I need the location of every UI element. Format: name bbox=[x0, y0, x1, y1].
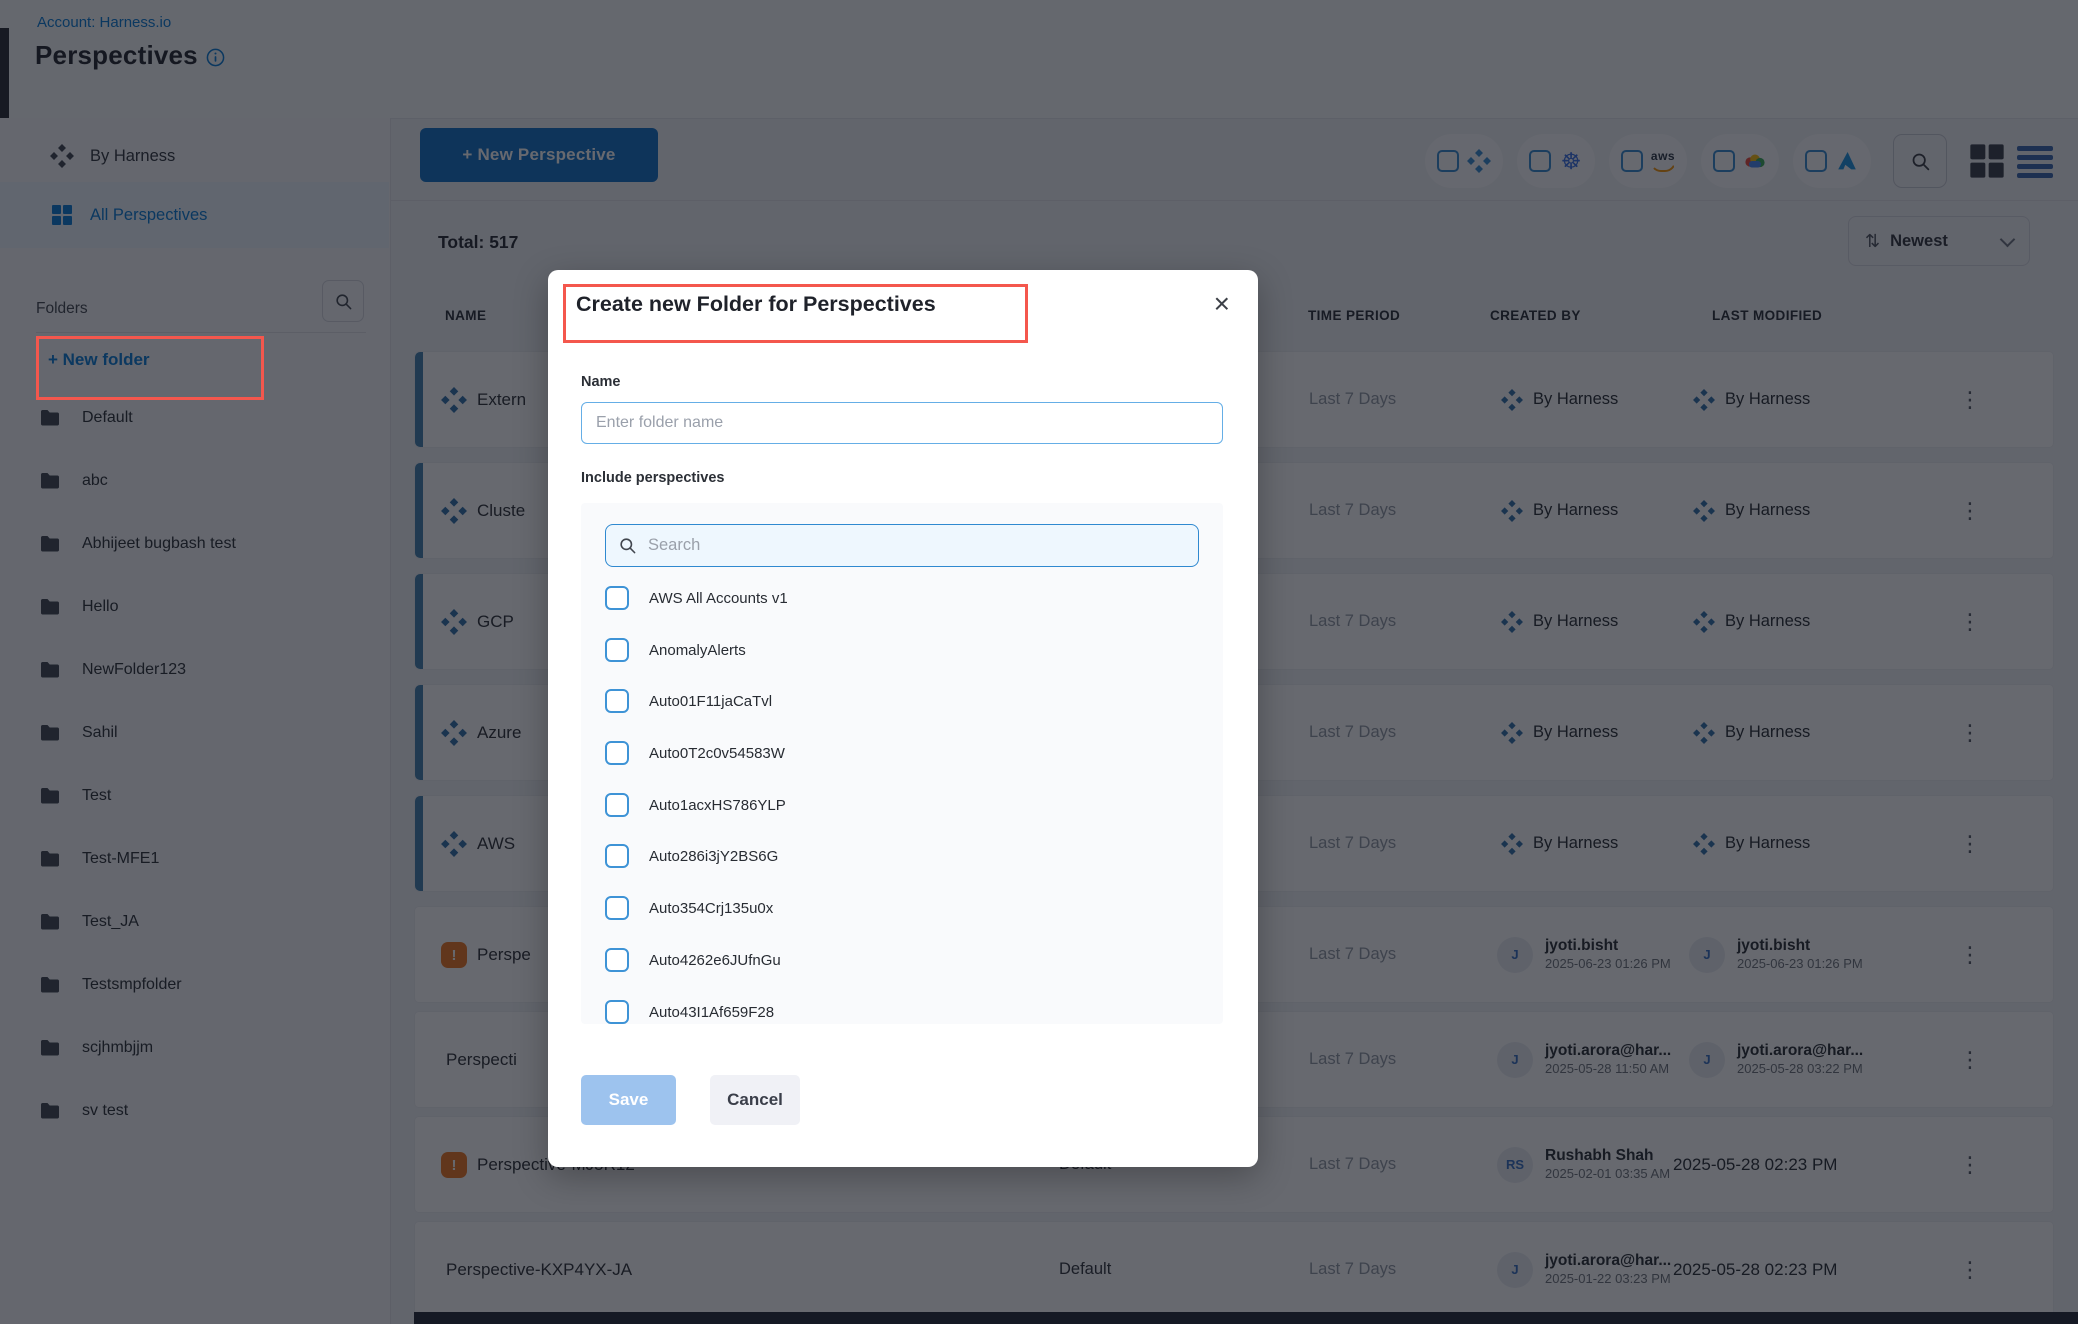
folder-name-input[interactable] bbox=[581, 402, 1223, 444]
perspective-option-label: Auto0T2c0v54583W bbox=[649, 745, 785, 762]
search-icon bbox=[618, 536, 637, 555]
perspective-option-label: Auto354Crj135u0x bbox=[649, 900, 773, 917]
cancel-button[interactable]: Cancel bbox=[710, 1075, 800, 1125]
perspective-option-label: Auto43I1Af659F28 bbox=[649, 1004, 774, 1021]
perspective-option[interactable]: AWS All Accounts v1 bbox=[605, 586, 788, 610]
perspective-option[interactable]: Auto4262e6JUfnGu bbox=[605, 948, 781, 972]
perspective-checkbox[interactable] bbox=[605, 1000, 629, 1024]
perspective-option-label: AWS All Accounts v1 bbox=[649, 590, 788, 607]
include-perspectives-label: Include perspectives bbox=[581, 470, 724, 486]
perspective-checkbox[interactable] bbox=[605, 689, 629, 713]
perspective-option[interactable]: Auto1acxHS786YLP bbox=[605, 793, 786, 817]
perspective-search-input[interactable] bbox=[646, 535, 1186, 556]
perspective-search-field[interactable] bbox=[605, 524, 1199, 567]
perspective-option[interactable]: Auto286i3jY2BS6G bbox=[605, 844, 778, 868]
perspective-checkbox[interactable] bbox=[605, 793, 629, 817]
perspective-checkbox[interactable] bbox=[605, 741, 629, 765]
perspective-option[interactable]: AnomalyAlerts bbox=[605, 638, 746, 662]
perspective-checkbox[interactable] bbox=[605, 844, 629, 868]
name-field-label: Name bbox=[581, 374, 621, 390]
perspective-checkbox[interactable] bbox=[605, 586, 629, 610]
perspective-option-label: AnomalyAlerts bbox=[649, 642, 746, 659]
perspective-checkbox[interactable] bbox=[605, 948, 629, 972]
perspective-option[interactable]: Auto43I1Af659F28 bbox=[605, 1000, 774, 1024]
perspective-option-label: Auto286i3jY2BS6G bbox=[649, 848, 778, 865]
perspective-checkbox[interactable] bbox=[605, 896, 629, 920]
perspective-option[interactable]: Auto01F11jaCaTvl bbox=[605, 689, 772, 713]
modal-title: Create new Folder for Perspectives bbox=[576, 292, 936, 317]
close-icon[interactable]: × bbox=[1208, 284, 1236, 324]
perspective-option-label: Auto1acxHS786YLP bbox=[649, 797, 786, 814]
perspective-option-label: Auto4262e6JUfnGu bbox=[649, 952, 781, 969]
perspective-option[interactable]: Auto0T2c0v54583W bbox=[605, 741, 785, 765]
save-button[interactable]: Save bbox=[581, 1075, 676, 1125]
perspective-checkbox[interactable] bbox=[605, 638, 629, 662]
perspectives-picker-panel: AWS All Accounts v1 AnomalyAlerts Auto01… bbox=[581, 503, 1223, 1024]
perspectives-page: Account: Harness.io Perspectives By Harn… bbox=[0, 0, 2078, 1324]
perspective-option[interactable]: Auto354Crj135u0x bbox=[605, 896, 773, 920]
perspective-option-label: Auto01F11jaCaTvl bbox=[649, 693, 772, 710]
create-folder-modal: Create new Folder for Perspectives × Nam… bbox=[548, 270, 1258, 1167]
